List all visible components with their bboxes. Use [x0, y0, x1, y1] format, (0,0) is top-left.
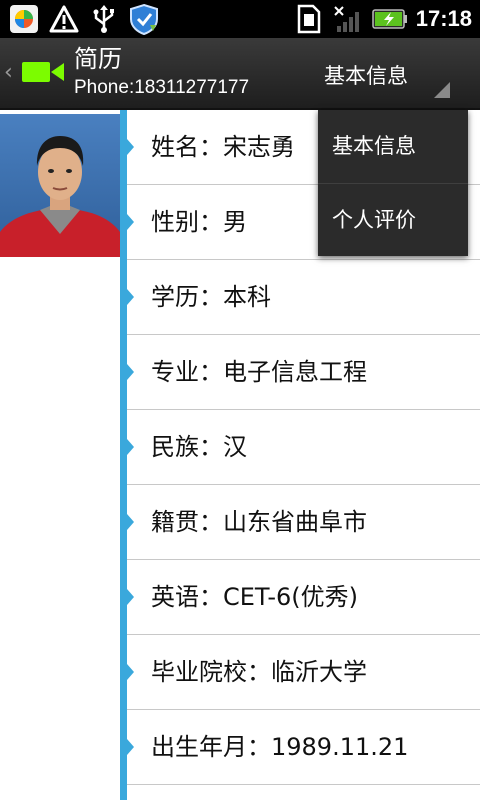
list-item-text: 姓名：宋志勇	[151, 133, 295, 161]
list-item[interactable]: 籍贯：山东省曲阜市	[127, 485, 480, 560]
row-arrow-icon	[127, 364, 134, 380]
row-arrow-icon	[127, 214, 134, 230]
spinner-dropdown-icon	[434, 82, 450, 98]
usb-icon	[88, 3, 120, 35]
sim-icon	[292, 3, 324, 35]
list-item[interactable]: 专业：电子信息工程	[127, 335, 480, 410]
list-item[interactable]: 民族：汉	[127, 410, 480, 485]
row-arrow-icon	[127, 514, 134, 530]
app-store-icon	[8, 3, 40, 35]
section-spinner[interactable]: 基本信息	[306, 38, 480, 108]
list-item-text: 专业：电子信息工程	[151, 358, 367, 386]
row-arrow-icon	[127, 664, 134, 680]
shield-icon	[128, 3, 160, 35]
list-item-text: 出生年月：1989.11.21	[151, 733, 409, 761]
list-item[interactable]: 英语：CET-6(优秀)	[127, 560, 480, 635]
title-bar: ‹ 简历 Phone:18311277177 基本信息	[0, 38, 480, 110]
warning-icon	[48, 3, 80, 35]
dropdown-option-self-evaluation[interactable]: 个人评价	[318, 183, 468, 256]
list-item-text: 学历：本科	[151, 283, 271, 311]
profile-photo	[0, 114, 120, 257]
row-arrow-icon	[127, 589, 134, 605]
status-bar: 17:18	[0, 0, 480, 38]
list-item-text: 籍贯：山东省曲阜市	[151, 508, 367, 536]
section-dropdown-menu: 基本信息 个人评价	[318, 110, 468, 256]
list-item-text: 英语：CET-6(优秀)	[151, 583, 359, 611]
row-arrow-icon	[127, 439, 134, 455]
list-item[interactable]: 出生年月：1989.11.21	[127, 710, 480, 785]
row-arrow-icon	[127, 289, 134, 305]
list-item-text: 民族：汉	[151, 433, 247, 461]
spinner-selected-label: 基本信息	[324, 64, 408, 88]
row-arrow-icon	[127, 139, 134, 155]
list-item-text: 毕业院校：临沂大学	[151, 658, 367, 686]
clock: 17:18	[415, 6, 472, 31]
list-item[interactable]: 学历：本科	[127, 260, 480, 335]
list-item-text: 性别：男	[151, 208, 247, 236]
phone-subtitle: Phone:18311277177	[74, 77, 250, 98]
back-chevron-icon[interactable]: ‹	[4, 62, 13, 84]
battery-charging-icon	[371, 3, 408, 35]
list-item[interactable]: 毕业院校：临沂大学	[127, 635, 480, 710]
dropdown-option-basic-info[interactable]: 基本信息	[318, 110, 468, 183]
row-arrow-icon	[127, 739, 134, 755]
video-camera-icon[interactable]	[22, 58, 66, 86]
accent-divider	[120, 110, 127, 800]
page-title: 简历	[74, 45, 122, 73]
signal-icon	[332, 3, 364, 35]
